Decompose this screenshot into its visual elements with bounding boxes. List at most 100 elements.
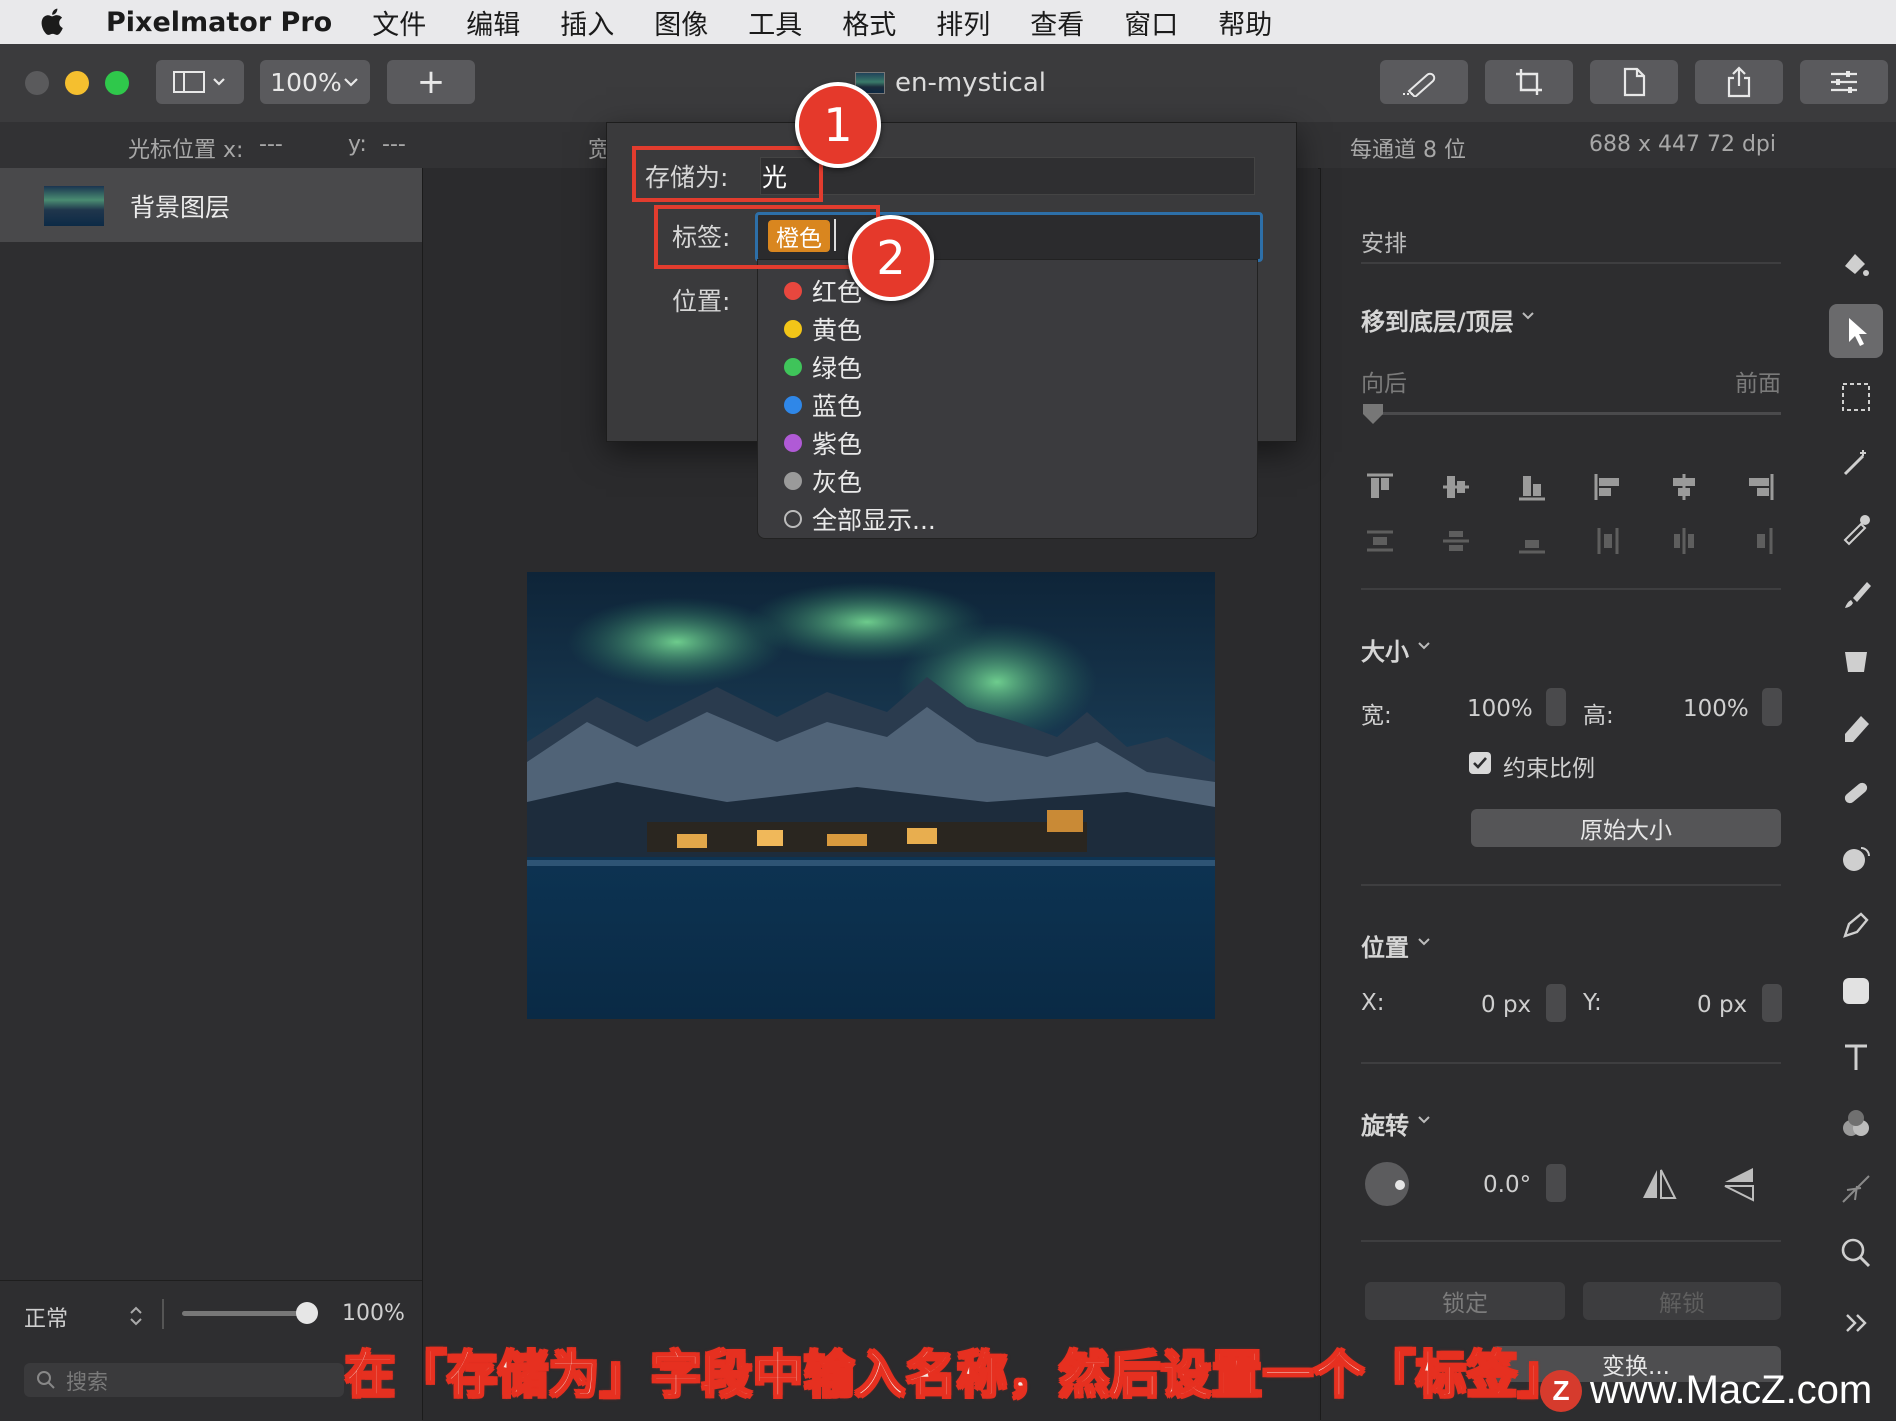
shape-tool[interactable] <box>1831 966 1881 1016</box>
distribute-horizontal-center-icon[interactable] <box>1669 526 1699 556</box>
y-stepper[interactable] <box>1762 984 1782 1022</box>
width-value[interactable]: 100% <box>1467 696 1533 722</box>
blend-mode-select[interactable]: 正常 <box>24 1301 68 1333</box>
distribute-top-icon[interactable] <box>1365 526 1395 556</box>
height-value[interactable]: 100% <box>1683 696 1749 722</box>
x-value[interactable]: 0 px <box>1481 992 1531 1018</box>
type-tool[interactable] <box>1831 1032 1881 1082</box>
align-bottom-icon[interactable] <box>1517 472 1547 502</box>
menu-window[interactable]: 窗口 <box>1124 3 1178 42</box>
menu-image[interactable]: 图像 <box>654 3 708 42</box>
pen-tool[interactable] <box>1831 900 1881 950</box>
rotation-stepper[interactable] <box>1546 1164 1566 1202</box>
menu-arrange[interactable]: 排列 <box>936 3 990 42</box>
back-label: 向后 <box>1361 371 1407 397</box>
apple-icon[interactable] <box>36 5 70 39</box>
height-stepper[interactable] <box>1762 688 1782 726</box>
tag-option-gray[interactable]: 灰色 <box>784 463 862 499</box>
menu-app-name[interactable]: Pixelmator Pro <box>106 7 332 38</box>
tag-option-purple[interactable]: 紫色 <box>784 425 862 461</box>
chevron-down-icon[interactable] <box>1417 937 1431 947</box>
rotation-dial[interactable] <box>1365 1162 1409 1206</box>
align-vertical-center-icon[interactable] <box>1441 472 1471 502</box>
align-right-icon[interactable] <box>1745 472 1775 502</box>
align-top-icon[interactable] <box>1365 472 1395 502</box>
layer-row[interactable]: 背景图层 <box>0 168 422 242</box>
tag-option-blue[interactable]: 蓝色 <box>784 387 862 423</box>
distribute-bottom-icon[interactable] <box>1517 526 1547 556</box>
page-button[interactable] <box>1590 60 1678 104</box>
selection-tool[interactable] <box>1831 372 1881 422</box>
chevron-down-icon[interactable] <box>1417 641 1431 651</box>
canvas-image[interactable] <box>527 572 1215 1019</box>
distort-tool[interactable] <box>1831 834 1881 884</box>
distribute-left-icon[interactable] <box>1593 526 1623 556</box>
size-title[interactable]: 大小 <box>1361 632 1409 667</box>
crop-button[interactable] <box>1485 60 1573 104</box>
style-tool[interactable] <box>1831 238 1881 288</box>
quick-selection-tool[interactable] <box>1831 438 1881 488</box>
annotation-badge-1: 1 <box>795 82 881 168</box>
order-slider-knob[interactable] <box>1361 402 1385 426</box>
menu-insert[interactable]: 插入 <box>560 3 614 42</box>
fill-tool[interactable] <box>1831 636 1881 686</box>
add-button[interactable]: + <box>387 60 475 104</box>
markup-button[interactable] <box>1380 60 1468 104</box>
layer-search-input[interactable]: 搜索 <box>24 1363 344 1397</box>
unlock-button[interactable]: 解锁 <box>1583 1282 1781 1320</box>
minimize-window-button[interactable] <box>65 71 89 95</box>
menu-help[interactable]: 帮助 <box>1218 3 1272 42</box>
order-slider-track[interactable] <box>1373 412 1781 415</box>
align-horizontal-center-icon[interactable] <box>1669 472 1699 502</box>
chevron-down-icon[interactable] <box>1417 1115 1431 1125</box>
share-button[interactable] <box>1695 60 1783 104</box>
zoom-window-button[interactable] <box>105 71 129 95</box>
original-size-button[interactable]: 原始大小 <box>1471 809 1781 847</box>
purple-dot-icon <box>784 434 802 452</box>
y-value[interactable]: 0 px <box>1697 992 1747 1018</box>
zoom-tool[interactable] <box>1831 1228 1881 1278</box>
menu-tools[interactable]: 工具 <box>748 3 802 42</box>
menu-edit[interactable]: 编辑 <box>466 3 520 42</box>
erase-tool[interactable] <box>1831 702 1881 752</box>
move-order-title[interactable]: 移到底层/顶层 <box>1361 302 1514 337</box>
sidebar-toggle-button[interactable] <box>156 60 244 104</box>
lock-button[interactable]: 锁定 <box>1365 1282 1565 1320</box>
noise-tool[interactable] <box>1831 1164 1881 1214</box>
color-adjust-tool[interactable] <box>1831 504 1881 554</box>
align-left-icon[interactable] <box>1593 472 1623 502</box>
magic-wand-icon <box>1843 450 1866 476</box>
distribute-right-icon[interactable] <box>1745 526 1775 556</box>
close-window-button[interactable] <box>25 71 49 95</box>
opacity-slider-track[interactable] <box>182 1311 312 1316</box>
arrange-tool[interactable] <box>1829 304 1883 358</box>
cursor-x-label: 光标位置 x: <box>128 138 244 163</box>
updown-chevron-icon[interactable] <box>128 1305 144 1327</box>
chevron-down-icon[interactable] <box>1521 311 1535 321</box>
flip-horizontal-icon[interactable] <box>1639 1164 1679 1204</box>
adjustments-button[interactable] <box>1800 60 1888 104</box>
distribute-vertical-center-icon[interactable] <box>1441 526 1471 556</box>
width-stepper[interactable] <box>1546 688 1566 726</box>
rotation-value[interactable]: 0.0° <box>1483 1172 1531 1198</box>
flip-vertical-icon[interactable] <box>1719 1164 1759 1204</box>
effects-tool[interactable] <box>1831 1098 1881 1148</box>
tag-option-green[interactable]: 绿色 <box>784 349 862 385</box>
position-title[interactable]: 位置 <box>1361 928 1409 963</box>
menu-view[interactable]: 查看 <box>1030 3 1084 42</box>
paint-bucket-icon <box>1845 254 1869 276</box>
tag-option-show-all[interactable]: 全部显示... <box>784 501 936 537</box>
tag-option-yellow[interactable]: 黄色 <box>784 311 862 347</box>
zoom-dropdown[interactable]: 100% <box>260 60 370 104</box>
rotate-title[interactable]: 旋转 <box>1361 1106 1409 1141</box>
tag-option-red[interactable]: 红色 <box>784 273 862 309</box>
menu-format[interactable]: 格式 <box>842 3 896 42</box>
checkmark-icon <box>1473 757 1487 769</box>
menu-file[interactable]: 文件 <box>372 3 426 42</box>
retouch-tool[interactable] <box>1831 768 1881 818</box>
paint-tool[interactable] <box>1831 570 1881 620</box>
opacity-slider-knob[interactable] <box>296 1302 318 1324</box>
x-stepper[interactable] <box>1546 984 1566 1022</box>
constrain-checkbox[interactable] <box>1469 752 1491 774</box>
more-tools-button[interactable] <box>1831 1298 1881 1348</box>
